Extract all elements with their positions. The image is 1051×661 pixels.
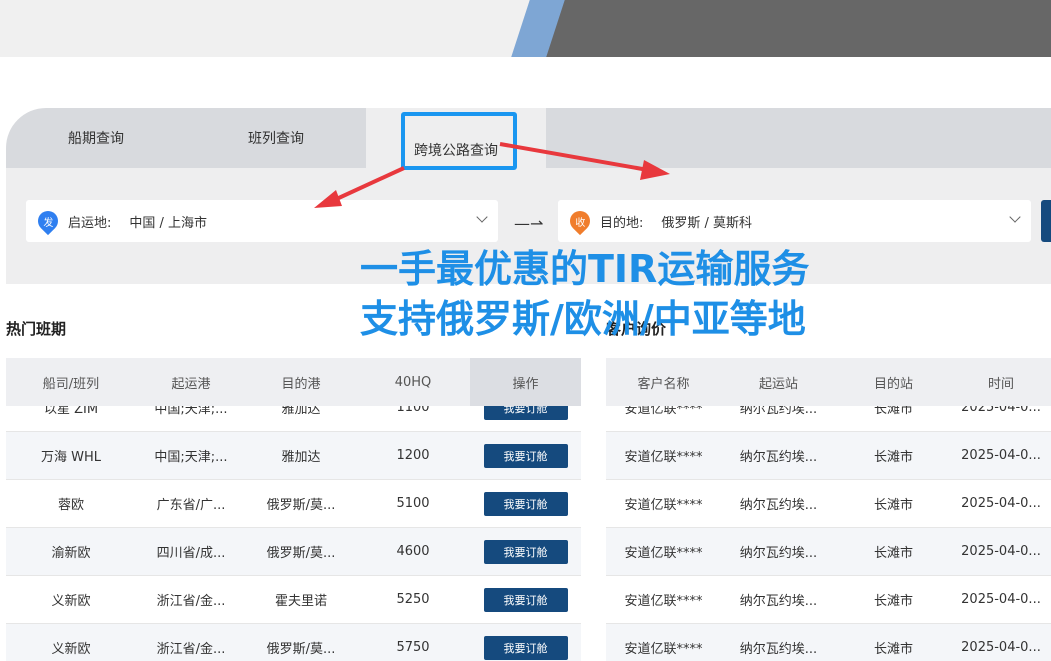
tab-train-schedule[interactable]: 班列查询 bbox=[186, 108, 366, 168]
table-row: 安道亿联**** 纳尔瓦约埃... 长滩市 2025-04-0... bbox=[606, 432, 1051, 480]
col-customer: 客户名称 bbox=[637, 376, 690, 392]
cell-price-40hq: 4600 bbox=[396, 544, 430, 559]
cell-action: 我要订舱 bbox=[470, 480, 581, 527]
cell-origin-station: 纳尔瓦约埃... bbox=[739, 498, 818, 513]
cell-origin-station: 纳尔瓦约埃... bbox=[739, 642, 818, 657]
cell-destination-port: 俄罗斯/莫... bbox=[266, 498, 336, 513]
chevron-down-icon bbox=[476, 211, 488, 223]
cell-price-40hq: 5100 bbox=[396, 496, 430, 511]
origin-pin-icon: 发 bbox=[33, 206, 63, 236]
cell-time: 2025-04-0... bbox=[961, 544, 1041, 559]
cell-destination-station: 长滩市 bbox=[873, 546, 913, 561]
cell-origin-port: 浙江省/金... bbox=[156, 642, 226, 657]
query-tabs: 船期查询 班列查询 跨境公路查询 bbox=[6, 108, 1051, 168]
col-origin-station: 起运站 bbox=[758, 376, 798, 392]
table-row: 安道亿联**** 纳尔瓦约埃... 长滩市 2025-04-0... bbox=[606, 624, 1051, 661]
hot-schedule-title: 热门班期 bbox=[6, 320, 67, 338]
table-row: 安道亿联**** 纳尔瓦约埃... 长滩市 2025-04-0... bbox=[606, 480, 1051, 528]
origin-value: 中国 / 上海市 bbox=[129, 215, 208, 231]
page: 船期查询 班列查询 跨境公路查询 发 启运地: 中国 / 上海市 —⇀ 收 目的… bbox=[0, 0, 1051, 661]
table-row: 万海 WHL 中国;天津;... 雅加达 1200 我要订舱 bbox=[6, 432, 581, 480]
cell-action: 我要订舱 bbox=[470, 432, 581, 479]
customer-inquiry-header: 客户名称 起运站 目的站 时间 bbox=[606, 358, 1051, 406]
cell-price-40hq: 5750 bbox=[396, 640, 430, 655]
table-row: 安道亿联**** 纳尔瓦约埃... 长滩市 2025-04-0... bbox=[606, 576, 1051, 624]
table-row: 渝新欧 四川省/成... 俄罗斯/莫... 4600 我要订舱 bbox=[6, 528, 581, 576]
hot-schedule-body: 以星 ZIM 中国;天津;... 雅加达 1100 我要订舱 万海 WHL 中国;天津;..… bbox=[6, 384, 581, 661]
cell-price-40hq: 5250 bbox=[396, 592, 430, 607]
tab-ship-schedule[interactable]: 船期查询 bbox=[6, 108, 186, 168]
col-carrier: 船司/班列 bbox=[42, 376, 100, 392]
cell-destination-station: 长滩市 bbox=[873, 594, 913, 609]
chevron-down-icon bbox=[1009, 211, 1021, 223]
customer-inquiry-table: 安道亿联**** 纳尔瓦约埃... 长滩市 2025-04-0... 安道亿联**** 纳… bbox=[606, 358, 1051, 661]
cell-origin-port: 中国;天津;... bbox=[154, 450, 228, 465]
cell-origin-port: 广东省/广... bbox=[156, 498, 226, 513]
cell-action: 我要订舱 bbox=[470, 528, 581, 575]
table-row: 义新欧 浙江省/金... 霍夫里诺 5250 我要订舱 bbox=[6, 576, 581, 624]
table-row: 义新欧 浙江省/金... 俄罗斯/莫... 5750 我要订舱 bbox=[6, 624, 581, 661]
cell-carrier: 渝新欧 bbox=[51, 546, 91, 561]
cell-origin-port: 四川省/成... bbox=[156, 546, 226, 561]
destination-value: 俄罗斯 / 莫斯科 bbox=[661, 215, 753, 231]
cell-action: 我要订舱 bbox=[470, 624, 581, 661]
table-row: 蓉欧 广东省/广... 俄罗斯/莫... 5100 我要订舱 bbox=[6, 480, 581, 528]
cell-origin-station: 纳尔瓦约埃... bbox=[739, 546, 818, 561]
cell-time: 2025-04-0... bbox=[961, 496, 1041, 511]
cell-destination-port: 雅加达 bbox=[281, 450, 321, 465]
cell-origin-station: 纳尔瓦约埃... bbox=[739, 594, 818, 609]
cell-customer: 安道亿联**** bbox=[624, 498, 703, 513]
cell-customer: 安道亿联**** bbox=[624, 594, 703, 609]
cell-time: 2025-04-0... bbox=[961, 640, 1041, 655]
hot-schedule-header: 船司/班列 起运港 目的港 40HQ 操作 bbox=[6, 358, 581, 406]
direction-arrow-icon: —⇀ bbox=[514, 214, 544, 233]
col-destination-port: 目的港 bbox=[281, 376, 321, 392]
cell-customer: 安道亿联**** bbox=[624, 546, 703, 561]
col-time: 时间 bbox=[987, 376, 1014, 392]
book-button[interactable]: 我要订舱 bbox=[483, 491, 568, 516]
cell-destination-station: 长滩市 bbox=[873, 450, 913, 465]
customer-inquiry-body: 安道亿联**** 纳尔瓦约埃... 长滩市 2025-04-0... 安道亿联**** 纳… bbox=[606, 384, 1051, 661]
cell-destination-port: 俄罗斯/莫... bbox=[266, 642, 336, 657]
book-button[interactable]: 我要订舱 bbox=[483, 635, 568, 660]
cell-destination-port: 俄罗斯/莫... bbox=[266, 546, 336, 561]
cell-customer: 安道亿联**** bbox=[624, 450, 703, 465]
cell-origin-station: 纳尔瓦约埃... bbox=[739, 450, 818, 465]
col-action: 操作 bbox=[470, 358, 581, 406]
destination-label: 目的地: bbox=[600, 215, 644, 231]
search-button[interactable] bbox=[1041, 200, 1051, 242]
col-origin-port: 起运港 bbox=[171, 376, 211, 392]
book-button[interactable]: 我要订舱 bbox=[483, 443, 568, 468]
hot-schedule-table: 以星 ZIM 中国;天津;... 雅加达 1100 我要订舱 万海 WHL 中国;天津;..… bbox=[6, 358, 581, 661]
book-button[interactable]: 我要订舱 bbox=[483, 587, 568, 612]
cell-origin-port: 浙江省/金... bbox=[156, 594, 226, 609]
cell-destination-station: 长滩市 bbox=[873, 642, 913, 657]
cell-price-40hq: 1200 bbox=[396, 448, 430, 463]
col-40hq: 40HQ bbox=[394, 374, 432, 390]
top-banner bbox=[0, 0, 1051, 57]
promo-line-2: 支持俄罗斯/欧洲/中亚等地 bbox=[360, 297, 806, 341]
cell-destination-station: 长滩市 bbox=[873, 498, 913, 513]
destination-pin-icon: 收 bbox=[565, 206, 595, 236]
origin-select[interactable]: 发 启运地: 中国 / 上海市 bbox=[26, 200, 498, 242]
cell-time: 2025-04-0... bbox=[961, 448, 1041, 463]
cell-carrier: 蓉欧 bbox=[57, 498, 84, 513]
cell-customer: 安道亿联**** bbox=[624, 642, 703, 657]
book-button[interactable]: 我要订舱 bbox=[483, 539, 568, 564]
cell-carrier: 义新欧 bbox=[51, 642, 91, 657]
table-row: 安道亿联**** 纳尔瓦约埃... 长滩市 2025-04-0... bbox=[606, 528, 1051, 576]
cell-action: 我要订舱 bbox=[470, 576, 581, 623]
origin-label: 启运地: bbox=[68, 215, 112, 231]
destination-select[interactable]: 收 目的地: 俄罗斯 / 莫斯科 bbox=[558, 200, 1031, 242]
cell-destination-port: 霍夫里诺 bbox=[274, 594, 327, 609]
cell-time: 2025-04-0... bbox=[961, 592, 1041, 607]
cell-carrier: 义新欧 bbox=[51, 594, 91, 609]
cell-carrier: 万海 WHL bbox=[40, 450, 101, 465]
tab-highlight-box bbox=[401, 112, 517, 170]
banner-stripe-gray bbox=[542, 0, 1051, 57]
promo-line-1: 一手最优惠的TIR运输服务 bbox=[360, 247, 810, 291]
col-destination-station: 目的站 bbox=[873, 376, 913, 392]
